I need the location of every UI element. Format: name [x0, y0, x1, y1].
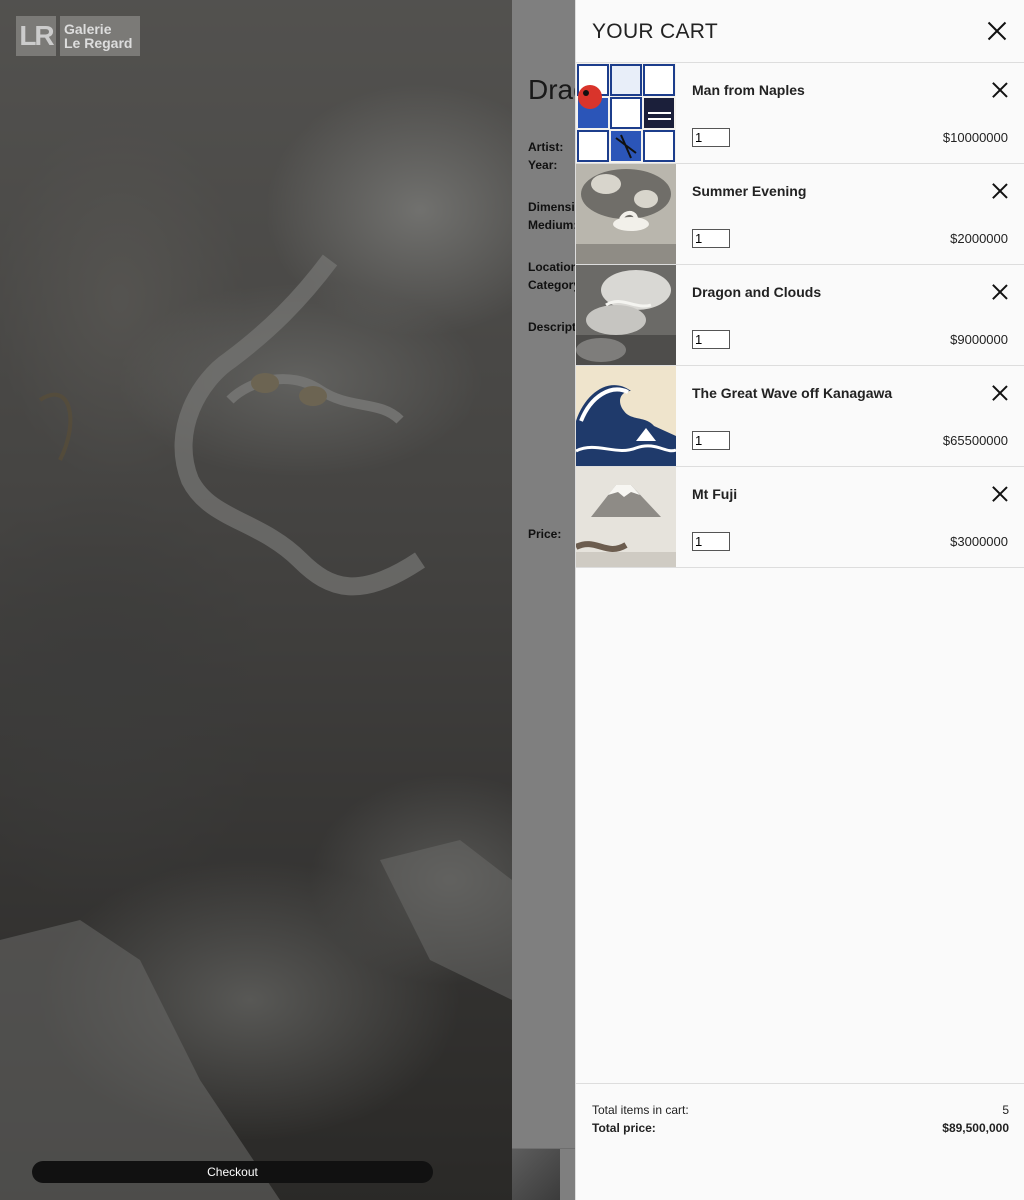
- cart-item: Man from Naples $10000000: [576, 63, 1024, 164]
- logo-line-2: Le Regard: [64, 35, 133, 51]
- quantity-input[interactable]: [692, 229, 730, 248]
- item-price: $10000000: [942, 130, 1008, 145]
- item-price: $65500000: [942, 433, 1008, 448]
- quantity-input[interactable]: [692, 431, 730, 450]
- remove-item-icon[interactable]: [992, 385, 1008, 401]
- cart-item: The Great Wave off Kanagawa $65500000: [576, 366, 1024, 467]
- logo-line-1: Galerie: [64, 21, 112, 37]
- logo-name: Galerie Le Regard: [60, 16, 140, 56]
- item-title: Summer Evening: [692, 183, 807, 199]
- artwork-thumbnail: [576, 366, 676, 466]
- total-items-label: Total items in cart:: [592, 1103, 689, 1117]
- quantity-input[interactable]: [692, 532, 730, 551]
- cart-item: Mt Fuji $3000000: [576, 467, 1024, 568]
- artwork-thumbnail: [576, 265, 676, 365]
- cart-header: YOUR CART: [576, 0, 1024, 63]
- item-title: Dragon and Clouds: [692, 284, 822, 300]
- summer-evening-image: [576, 164, 676, 264]
- item-title: The Great Wave off Kanagawa: [692, 385, 893, 401]
- logo-mark: LR: [16, 16, 56, 56]
- cart-drawer: YOUR CART Man from Naples 1 $10000000 Su…: [575, 0, 1024, 1200]
- item-title: Mt Fuji: [692, 486, 738, 502]
- cart-title: YOUR CART: [592, 20, 718, 43]
- artwork-thumbnail: [576, 467, 676, 567]
- item-price: $3000000: [950, 534, 1008, 549]
- dragon-and-clouds-image: [576, 265, 676, 365]
- remove-item-icon[interactable]: [992, 486, 1008, 502]
- artwork-thumbnail: [576, 63, 676, 163]
- cart-item: Summer Evening $2000000: [576, 164, 1024, 265]
- remove-item-icon[interactable]: [992, 284, 1008, 300]
- cart-summary: Total items in cart: 5 Total price: $89,…: [576, 1083, 1024, 1200]
- checkout-button[interactable]: Checkout: [32, 1161, 433, 1183]
- item-title: Man from Naples: [692, 82, 805, 98]
- total-price-value: $89,500,000: [942, 1121, 1009, 1135]
- close-icon[interactable]: [986, 20, 1008, 42]
- remove-item-icon[interactable]: [992, 82, 1008, 98]
- item-price: $9000000: [950, 332, 1008, 347]
- gallery-logo[interactable]: LR Galerie Le Regard: [16, 16, 140, 56]
- great-wave-image: [576, 366, 676, 466]
- total-price-label: Total price:: [592, 1121, 656, 1135]
- man-from-naples-image: [576, 63, 676, 163]
- cart-item: Dragon and Clouds $9000000: [576, 265, 1024, 366]
- remove-item-icon[interactable]: [992, 183, 1008, 199]
- total-items-value: 5: [1002, 1103, 1009, 1117]
- item-price: $2000000: [950, 231, 1008, 246]
- mt-fuji-image: [576, 467, 676, 567]
- quantity-input[interactable]: [692, 128, 730, 147]
- quantity-input[interactable]: [692, 330, 730, 349]
- artwork-thumbnail: [576, 164, 676, 264]
